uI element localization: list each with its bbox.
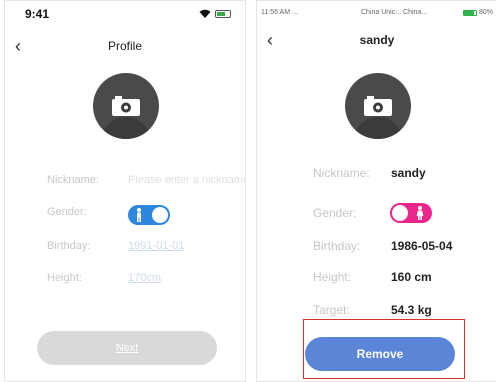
status-bar: 11:56 AM ... China Unic... China... 80% [257,1,496,23]
status-time: 11:56 AM ... [261,9,298,16]
page-title: Profile [107,39,142,53]
next-button-label: Next [115,342,139,354]
profile-screen-right: 11:56 AM ... China Unic... China... 80% … [256,0,496,382]
remove-button-label: Remove [356,347,404,361]
birthday-label: Birthday: [313,239,361,253]
status-icons [199,9,231,18]
gender-row: Gender: [257,203,496,223]
height-value[interactable]: 170cm [128,272,161,284]
battery-icon [215,9,231,18]
battery-percent: 80% [478,9,493,16]
target-label: Target: [313,303,350,317]
camera-icon [112,96,140,116]
birthday-row: Birthday: 1986-05-04 [257,236,496,256]
profile-screen-left: 9:41 ‹ Profile Nickname: Please enter a … [4,0,246,382]
remove-button[interactable]: Remove [305,337,455,371]
female-icon [416,206,424,220]
nickname-value[interactable]: sandy [391,166,426,180]
battery-icon: 80% [462,9,493,16]
avatar[interactable] [345,73,411,139]
nickname-label: Nickname: [313,166,370,180]
gender-toggle[interactable] [128,205,170,225]
nickname-input[interactable]: Please enter a nickname [128,174,245,186]
status-carriers: China Unic... China... [361,9,428,16]
gender-label: Gender: [47,206,87,218]
birthday-row: Birthday: 1991-01-01 [5,237,245,257]
status-time: 9:41 [25,7,50,21]
male-icon [137,208,141,222]
comparison-stage: 9:41 ‹ Profile Nickname: Please enter a … [0,0,496,382]
nickname-row: Nickname: sandy [257,163,496,183]
birthday-label: Birthday: [47,240,91,252]
next-button[interactable]: Next [37,331,217,365]
birthday-value[interactable]: 1986-05-04 [391,239,452,253]
height-row: Height: 160 cm [257,267,496,287]
target-value[interactable]: 54.3 kg [391,303,432,317]
height-row: Height: 170cm [5,269,245,289]
height-label: Height: [313,270,352,284]
status-bar: 9:41 [5,1,245,27]
gender-toggle[interactable] [390,203,432,223]
wifi-icon [199,9,211,18]
gender-label: Gender: [313,206,357,220]
avatar[interactable] [93,73,159,139]
page-title: sandy [359,33,395,47]
target-row: Target: 54.3 kg [257,300,496,320]
nickname-label: Nickname: [47,174,99,186]
gender-row: Gender: [5,203,245,225]
birthday-value[interactable]: 1991-01-01 [128,240,184,252]
camera-icon [364,96,392,116]
nickname-row: Nickname: Please enter a nickname [5,171,245,191]
height-label: Height: [47,272,82,284]
height-value[interactable]: 160 cm [391,270,432,284]
